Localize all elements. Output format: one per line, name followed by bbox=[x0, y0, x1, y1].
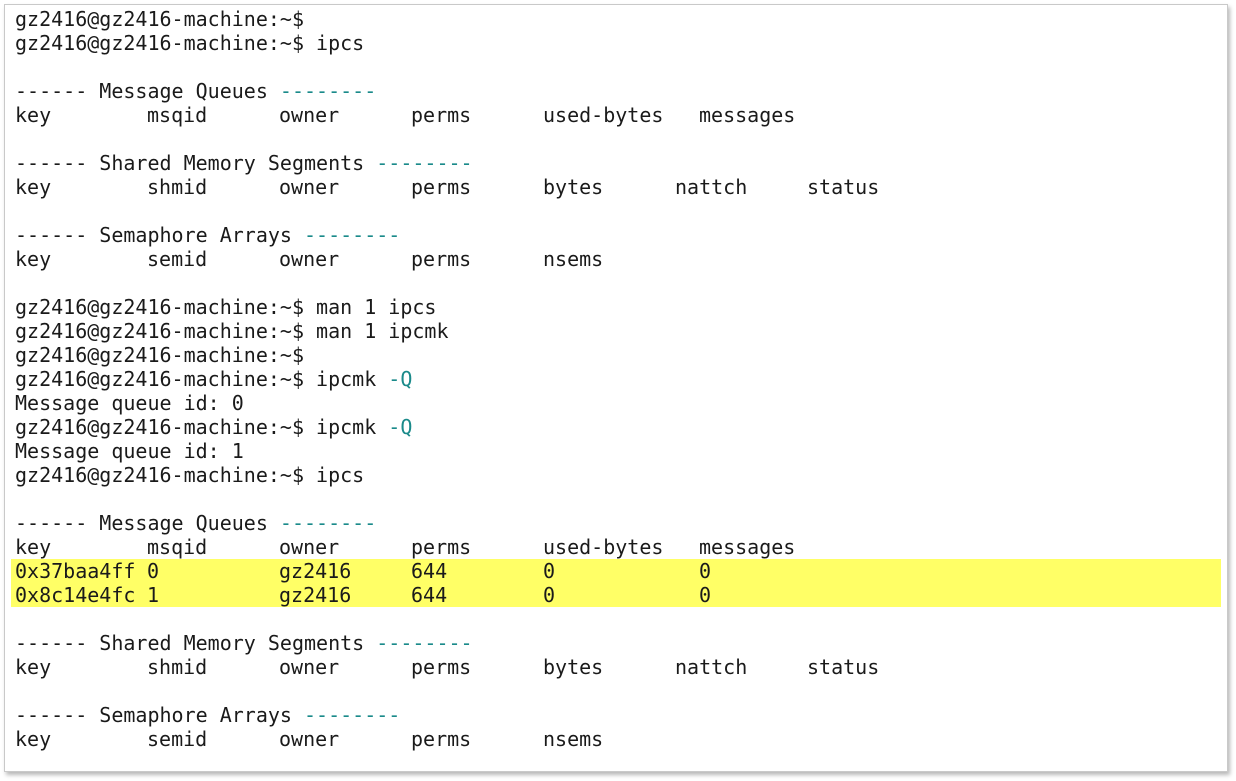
terminal-output: gz2416@gz2416-machine:~$ gz2416@gz2416-m… bbox=[11, 7, 1227, 771]
table-row: 0x8c14e4fc 1 gz2416 644 0 0 bbox=[11, 583, 1221, 607]
column-header-row: key semid owner perms nsems bbox=[15, 727, 604, 751]
output-line: Message queue id: 0 bbox=[15, 391, 244, 415]
prompt: gz2416@gz2416-machine:~$ bbox=[15, 31, 304, 55]
prompt-line: gz2416@gz2416-machine:~$ bbox=[15, 7, 1227, 31]
output-line: Message queue id: 1 bbox=[15, 439, 244, 463]
section-header-message-queues: ------ Message Queues -------- bbox=[15, 511, 377, 535]
command-line: gz2416@gz2416-machine:~$ ipcmk -Q bbox=[15, 367, 413, 391]
section-header-semaphore-arrays: ------ Semaphore Arrays -------- bbox=[15, 223, 401, 247]
screenshot-frame: gz2416@gz2416-machine:~$ gz2416@gz2416-m… bbox=[4, 4, 1228, 772]
column-header-row: key msqid owner perms used-bytes message… bbox=[15, 103, 796, 127]
command-line: gz2416@gz2416-machine:~$ ipcs bbox=[15, 31, 1227, 55]
command-line: gz2416@gz2416-machine:~$ ipcmk -Q bbox=[15, 415, 413, 439]
section-header-message-queues: ------ Message Queues -------- bbox=[15, 79, 377, 103]
command-text: ipcs bbox=[316, 31, 365, 55]
section-header-shared-memory: ------ Shared Memory Segments -------- bbox=[15, 151, 473, 175]
column-header-row: key semid owner perms nsems bbox=[15, 247, 604, 271]
section-header-semaphore-arrays: ------ Semaphore Arrays -------- bbox=[15, 703, 401, 727]
prompt: gz2416@gz2416-machine:~$ bbox=[15, 7, 304, 31]
table-row: 0x37baa4ff 0 gz2416 644 0 0 bbox=[11, 559, 1221, 583]
command-line: gz2416@gz2416-machine:~$ man 1 ipcs bbox=[15, 295, 437, 319]
command-line: gz2416@gz2416-machine:~$ ipcs bbox=[15, 463, 365, 487]
column-header-row: key shmid owner perms bytes nattch statu… bbox=[15, 175, 880, 199]
prompt-line: gz2416@gz2416-machine:~$ bbox=[15, 343, 304, 367]
section-header-shared-memory: ------ Shared Memory Segments -------- bbox=[15, 631, 473, 655]
command-line: gz2416@gz2416-machine:~$ man 1 ipcmk bbox=[15, 319, 449, 343]
column-header-row: key shmid owner perms bytes nattch statu… bbox=[15, 655, 880, 679]
column-header-row: key msqid owner perms used-bytes message… bbox=[15, 535, 796, 559]
